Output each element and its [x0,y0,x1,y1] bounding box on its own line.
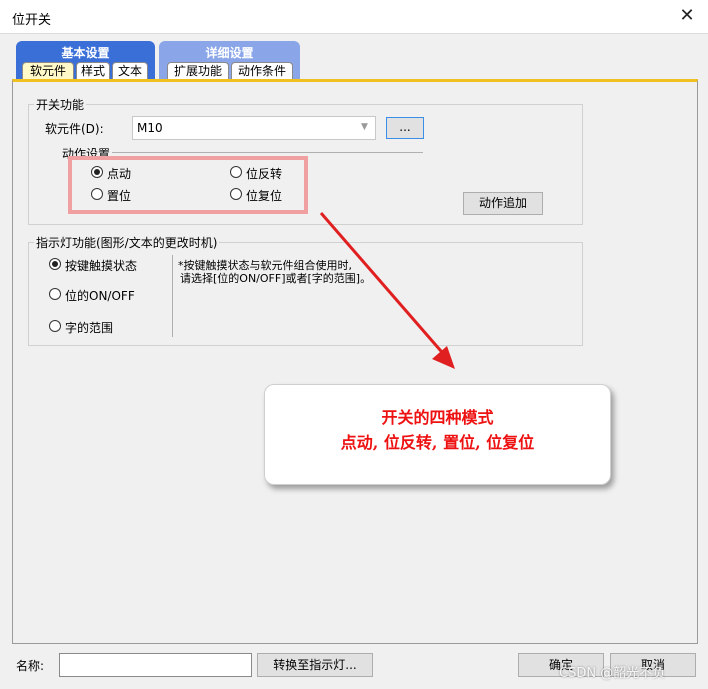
callout-title: 开关的四种模式 [381,408,494,427]
watermark: CSDN @韶光不负 [559,666,666,681]
name-field[interactable] [59,653,252,677]
convert-to-indicator-button[interactable]: 转换至指示灯... [257,653,373,677]
arrow-head [432,346,455,369]
callout-box: 开关的四种模式 点动, 位反转, 置位, 位复位 [264,384,611,485]
callout-modes: 点动, 位反转, 置位, 位复位 [340,433,535,452]
arrow-annotation [319,212,455,369]
name-label: 名称: [16,659,45,673]
arrow-line [319,212,449,359]
